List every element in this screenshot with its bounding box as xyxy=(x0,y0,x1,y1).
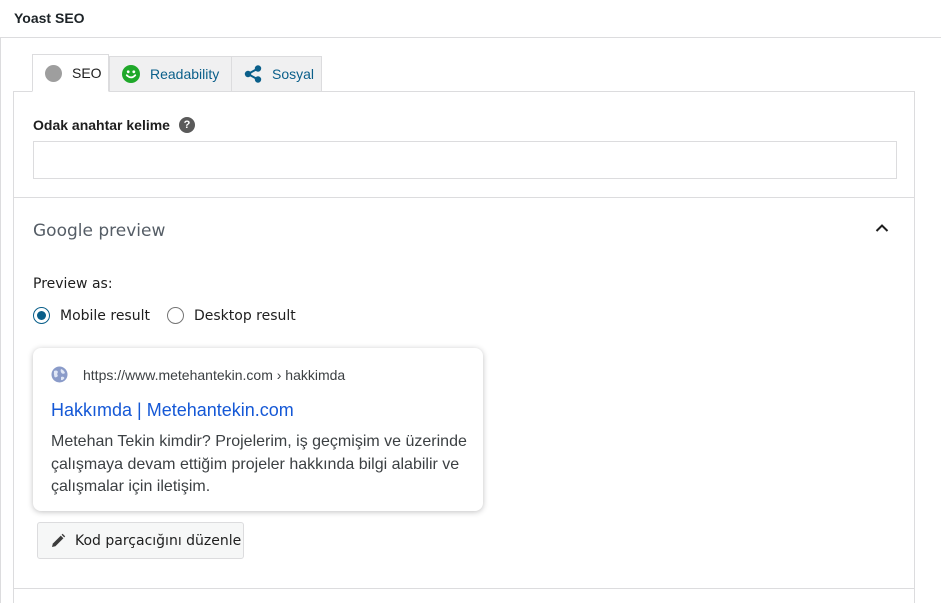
metabox-title: Yoast SEO xyxy=(14,10,85,26)
grey-dot-icon xyxy=(45,64,62,82)
share-icon xyxy=(244,65,262,83)
desktop-result-label[interactable]: Desktop result xyxy=(194,308,296,324)
globe-icon xyxy=(51,366,68,383)
google-preview-title: Google preview xyxy=(33,221,166,241)
tab-social[interactable]: Sosyal xyxy=(231,56,322,92)
edit-snippet-button[interactable]: Kod parçacığını düzenle xyxy=(37,522,244,559)
section-divider xyxy=(14,197,914,198)
serp-preview-card: https://www.metehantekin.com › hakkimda … xyxy=(33,348,483,511)
preview-as-label: Preview as: xyxy=(33,276,113,292)
preview-mode-radios: Mobile result Desktop result xyxy=(33,307,313,324)
left-border xyxy=(0,38,1,603)
pencil-icon xyxy=(52,533,66,547)
tab-readability[interactable]: Readability xyxy=(109,56,232,92)
focus-keyword-label: Odak anahtar kelime xyxy=(33,117,170,133)
metabox-header: Yoast SEO xyxy=(0,0,941,38)
edit-snippet-label: Kod parçacığını düzenle xyxy=(75,532,242,549)
smiley-icon xyxy=(122,65,140,83)
chevron-up-icon[interactable] xyxy=(874,220,890,236)
seo-panel: Odak anahtar kelime ? Google preview Pre… xyxy=(13,91,915,603)
mobile-result-radio[interactable] xyxy=(33,307,50,324)
serp-url[interactable]: https://www.metehantekin.com › hakkimda xyxy=(83,367,345,383)
serp-title[interactable]: Hakkımda | Metehantekin.com xyxy=(51,400,294,421)
desktop-result-radio[interactable] xyxy=(166,307,184,324)
help-icon[interactable]: ? xyxy=(178,117,195,133)
tab-social-label: Sosyal xyxy=(272,66,315,82)
serp-description[interactable]: Metehan Tekin kimdir? Projelerim, iş geç… xyxy=(51,431,471,499)
tab-seo-label: SEO xyxy=(72,65,102,81)
section-divider-bottom xyxy=(14,588,914,589)
focus-keyword-heading: Odak anahtar kelime ? xyxy=(33,117,195,133)
tab-readability-label: Readability xyxy=(150,66,220,82)
tab-seo[interactable]: SEO xyxy=(32,54,109,92)
focus-keyword-input[interactable] xyxy=(33,141,897,179)
mobile-result-label[interactable]: Mobile result xyxy=(60,308,150,324)
